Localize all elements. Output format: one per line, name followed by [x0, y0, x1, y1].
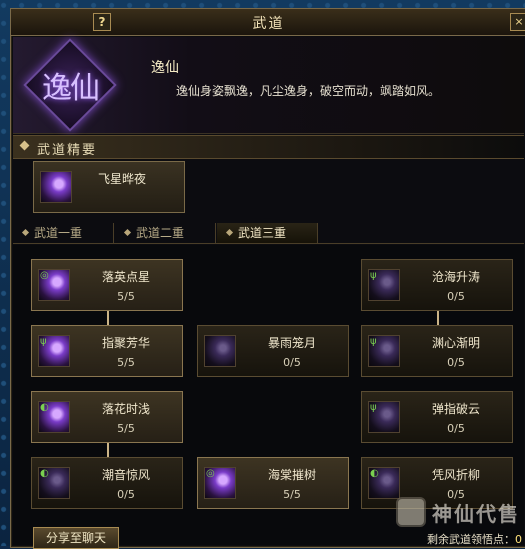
- tab-label: 武道二重: [136, 226, 185, 240]
- style-emblem-icon: 逸仙: [17, 38, 123, 132]
- skill-level: 5/5: [117, 290, 135, 303]
- tree-connector: [107, 309, 109, 325]
- skill-node[interactable]: ◎ 落英点星 5/5: [31, 259, 183, 311]
- close-button[interactable]: ×: [510, 13, 525, 31]
- skill-level: 0/5: [447, 356, 465, 369]
- points-value: 0: [515, 533, 522, 546]
- purple-slash-icon: ◎: [38, 269, 70, 301]
- skill-name: 凭风折柳: [431, 468, 480, 482]
- skill-level: 0/5: [447, 290, 465, 303]
- essence-card[interactable]: 飞星晔夜: [33, 161, 185, 213]
- purple-slash-icon: ψ: [368, 335, 400, 367]
- skill-name: 海棠摧树: [267, 468, 316, 482]
- title-bar[interactable]: ? 武道 ×: [11, 9, 525, 36]
- skill-node[interactable]: ◐ 潮音惊风 0/5: [31, 457, 183, 509]
- tab-tier-2[interactable]: 武道二重: [115, 223, 216, 243]
- rune-mark-icon: ◐: [370, 468, 379, 479]
- wudao-window: ? 武道 × 逸仙 逸仙 逸仙身姿飘逸，凡尘逸身，破空而动，飒踏如风。 武道精要…: [10, 8, 525, 549]
- skill-level: 0/5: [117, 488, 135, 501]
- skill-node[interactable]: ψ 沧海升涛 0/5: [361, 259, 513, 311]
- remaining-points: 剩余武道领悟点：0: [427, 531, 522, 547]
- diamond-bullet-icon: [19, 140, 30, 151]
- purple-slash-icon: ◐: [38, 401, 70, 433]
- window-title: 武道: [252, 16, 285, 32]
- skill-node[interactable]: ψ 渊心渐明 0/5: [361, 325, 513, 377]
- essence-name: 飞星晔夜: [98, 172, 147, 186]
- rune-mark-icon: ψ: [370, 336, 377, 347]
- watermark: 神仙代售: [396, 497, 520, 527]
- skill-name: 落英点星: [101, 270, 150, 284]
- purple-slash-icon: ψ: [368, 269, 400, 301]
- emblem-text: 逸仙: [42, 71, 100, 106]
- skill-name: 暴雨笼月: [267, 336, 316, 350]
- skill-name: 沧海升涛: [431, 270, 480, 284]
- rune-mark-icon: ◎: [206, 468, 215, 479]
- rune-mark-icon: ◎: [40, 270, 49, 281]
- skill-name: 渊心渐明: [431, 336, 480, 350]
- purple-slash-icon: ψ: [38, 335, 70, 367]
- skill-node[interactable]: 暴雨笼月 0/5: [197, 325, 349, 377]
- tab-dot-icon: [123, 228, 132, 237]
- purple-slash-icon: ◐: [368, 467, 400, 499]
- mascot-icon: [396, 497, 426, 527]
- essence-section-header: 武道精要: [13, 135, 524, 159]
- skill-level: 5/5: [283, 488, 301, 501]
- tier-tabs: 武道一重 武道二重 武道三重: [13, 223, 524, 244]
- skill-name: 落花时浅: [101, 402, 150, 416]
- rune-mark-icon: ψ: [370, 402, 377, 413]
- rune-mark-icon: ψ: [40, 336, 47, 347]
- tab-dot-icon: [225, 228, 234, 237]
- style-description: 逸仙身姿飘逸，凡尘逸身，破空而动，飒踏如风。: [176, 84, 441, 98]
- skill-name: 潮音惊风: [101, 468, 150, 482]
- storm-moon-icon: [204, 335, 236, 367]
- purple-slash-icon: ψ: [368, 401, 400, 433]
- tab-tier-1[interactable]: 武道一重: [13, 223, 114, 243]
- skill-node[interactable]: ◎ 海棠摧树 5/5: [197, 457, 349, 509]
- tab-dot-icon: [21, 228, 30, 237]
- purple-slash-icon: ◎: [204, 467, 236, 499]
- skill-level: 0/5: [283, 356, 301, 369]
- tab-label: 武道一重: [34, 226, 83, 240]
- purple-slash-icon: ◐: [38, 467, 70, 499]
- skill-level: 0/5: [447, 422, 465, 435]
- skill-name: 弹指破云: [431, 402, 480, 416]
- rune-mark-icon: ψ: [370, 270, 377, 281]
- skill-name: 指聚芳华: [101, 336, 150, 350]
- skill-level: 5/5: [117, 356, 135, 369]
- points-label: 剩余武道领悟点：: [427, 533, 515, 546]
- skill-node[interactable]: ◐ 落花时浅 5/5: [31, 391, 183, 443]
- essence-section-label: 武道精要: [37, 143, 98, 158]
- skill-node[interactable]: ψ 指聚芳华 5/5: [31, 325, 183, 377]
- purple-comet-icon: [40, 171, 72, 203]
- skill-node[interactable]: ψ 弹指破云 0/5: [361, 391, 513, 443]
- rune-mark-icon: ◐: [40, 468, 49, 479]
- tab-label: 武道三重: [238, 226, 287, 240]
- tree-connector: [107, 441, 109, 457]
- watermark-text: 神仙代售: [432, 501, 520, 526]
- style-header: 逸仙 逸仙 逸仙身姿飘逸，凡尘逸身，破空而动，飒踏如风。: [13, 37, 524, 134]
- rune-mark-icon: ◐: [40, 402, 49, 413]
- style-name: 逸仙: [151, 60, 179, 76]
- skill-level: 5/5: [117, 422, 135, 435]
- tree-connector: [437, 309, 439, 325]
- tab-tier-3[interactable]: 武道三重: [217, 223, 318, 243]
